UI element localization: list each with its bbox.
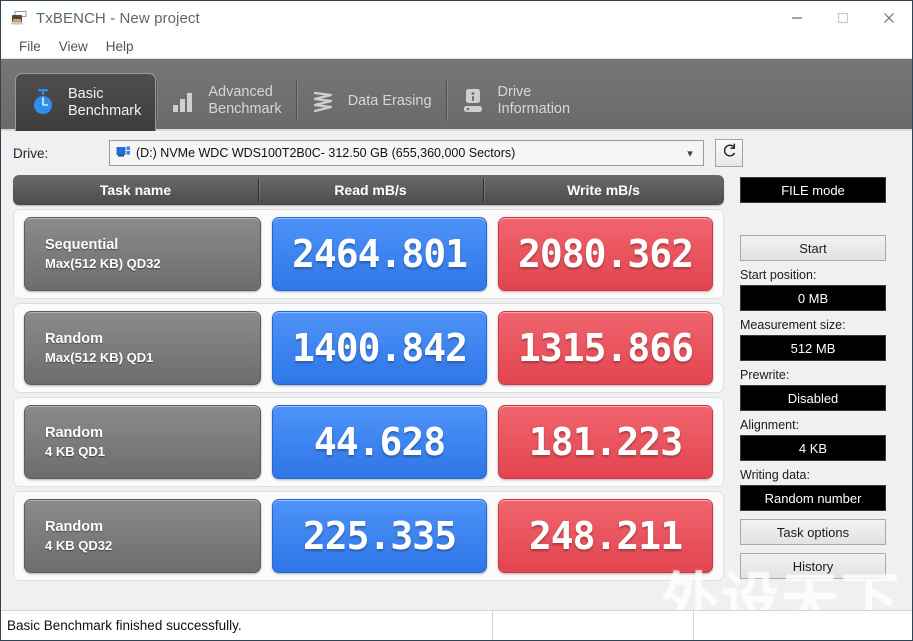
refresh-icon: [721, 142, 738, 164]
shred-zigzag-icon: [308, 84, 338, 118]
txbench-window: TxBENCH - New project File View Help Bas…: [0, 0, 913, 641]
tab-drive-information[interactable]: Drive Information: [445, 73, 585, 129]
maximize-button[interactable]: [820, 1, 866, 35]
table-row: Sequential Max(512 KB) QD32 2464.801 208…: [13, 209, 724, 299]
writing-data-label: Writing data:: [740, 468, 810, 482]
start-position-value[interactable]: 0 MB: [740, 285, 886, 311]
task-cell: Sequential Max(512 KB) QD32: [24, 217, 261, 291]
tab-advanced-benchmark[interactable]: Advanced Benchmark: [156, 73, 295, 129]
refresh-drive-button[interactable]: [715, 139, 743, 167]
drive-info-icon: [458, 84, 488, 118]
write-value-cell: 248.211: [498, 499, 713, 573]
menu-item-help[interactable]: Help: [97, 37, 143, 56]
bar-chart-icon: [168, 84, 198, 118]
prewrite-label: Prewrite:: [740, 368, 790, 382]
close-button[interactable]: [866, 1, 912, 35]
stopwatch-icon: [28, 86, 58, 120]
task-name-line1: Random: [45, 424, 103, 441]
drive-selector-row: Drive: (D:) NVMe WDC WDS100T2B0C- 312.50…: [1, 131, 912, 175]
app-icon: [10, 9, 28, 27]
history-button[interactable]: History: [740, 553, 886, 579]
task-name-line1: Sequential: [45, 236, 119, 253]
status-message: Basic Benchmark finished successfully.: [7, 618, 242, 633]
task-cell: Random Max(512 KB) QD1: [24, 311, 261, 385]
drive-selected-text: (D:) NVMe WDC WDS100T2B0C- 312.50 GB (65…: [136, 146, 516, 160]
task-name-line1: Random: [45, 330, 103, 347]
window-controls: [774, 1, 912, 35]
chevron-down-icon[interactable]: ▾: [681, 147, 699, 160]
results-header: Task name Read mB/s Write mB/s: [13, 175, 724, 205]
tab-data-erasing[interactable]: Data Erasing: [295, 73, 446, 129]
drive-label: Drive:: [13, 145, 49, 161]
task-cell: Random 4 KB QD32: [24, 499, 261, 573]
tab-label-data-erasing: Data Erasing: [347, 92, 432, 109]
measurement-size-label: Measurement size:: [740, 318, 846, 332]
alignment-value[interactable]: 4 KB: [740, 435, 886, 461]
read-value-cell: 2464.801: [272, 217, 487, 291]
table-row: Random 4 KB QD32 225.335 248.211: [13, 491, 724, 581]
read-value-cell: 225.335: [272, 499, 487, 573]
prewrite-value[interactable]: Disabled: [740, 385, 886, 411]
write-value-cell: 2080.362: [498, 217, 713, 291]
task-cell: Random 4 KB QD1: [24, 405, 261, 479]
menu-bar: File View Help: [1, 35, 912, 59]
tab-label-basic-benchmark: Basic Benchmark: [68, 85, 142, 119]
measurement-size-value[interactable]: 512 MB: [740, 335, 886, 361]
task-name-line2: Max(512 KB) QD32: [45, 255, 161, 271]
minimize-button[interactable]: [774, 1, 820, 35]
writing-data-value[interactable]: Random number: [740, 485, 886, 511]
task-options-button[interactable]: Task options: [740, 519, 886, 545]
tab-strip: Basic Benchmark Advanced Benchmark Data …: [1, 59, 912, 131]
menu-item-file[interactable]: File: [10, 37, 50, 56]
write-value-cell: 181.223: [498, 405, 713, 479]
start-position-label: Start position:: [740, 268, 817, 282]
column-header-task-name: Task name: [99, 182, 172, 198]
column-header-write: Write mB/s: [483, 178, 724, 202]
read-value-cell: 1400.842: [272, 311, 487, 385]
tab-label-drive-information: Drive Information: [497, 84, 571, 117]
alignment-label: Alignment:: [740, 418, 800, 432]
sidebar-panel: FILE mode Start Start position: 0 MB Mea…: [724, 175, 900, 593]
task-name-line2: Max(512 KB) QD1: [45, 349, 154, 365]
task-name-line2: 4 KB QD32: [45, 537, 113, 553]
hdd-icon: [116, 146, 131, 160]
write-value-cell: 1315.866: [498, 311, 713, 385]
menu-item-view[interactable]: View: [50, 37, 97, 56]
task-name-line2: 4 KB QD1: [45, 443, 105, 459]
table-row: Random 4 KB QD1 44.628 181.223: [13, 397, 724, 487]
drive-select[interactable]: (D:) NVMe WDC WDS100T2B0C- 312.50 GB (65…: [109, 140, 704, 166]
window-title: TxBENCH - New project: [36, 9, 200, 27]
read-value-cell: 44.628: [272, 405, 487, 479]
status-segment-2: [493, 611, 693, 641]
tab-label-advanced-benchmark: Advanced Benchmark: [208, 84, 282, 117]
main-body: Task name Read mB/s Write mB/s Sequentia…: [1, 175, 912, 593]
column-header-read: Read mB/s: [258, 178, 483, 202]
tab-basic-benchmark[interactable]: Basic Benchmark: [15, 73, 157, 131]
status-bar: Basic Benchmark finished successfully.: [1, 610, 912, 640]
task-name-line1: Random: [45, 518, 103, 535]
status-segment-3: [694, 611, 912, 641]
title-bar: TxBENCH - New project: [1, 1, 912, 35]
start-button[interactable]: Start: [740, 235, 886, 261]
results-table: Task name Read mB/s Write mB/s Sequentia…: [13, 175, 724, 593]
table-row: Random Max(512 KB) QD1 1400.842 1315.866: [13, 303, 724, 393]
file-mode-button[interactable]: FILE mode: [740, 177, 886, 203]
